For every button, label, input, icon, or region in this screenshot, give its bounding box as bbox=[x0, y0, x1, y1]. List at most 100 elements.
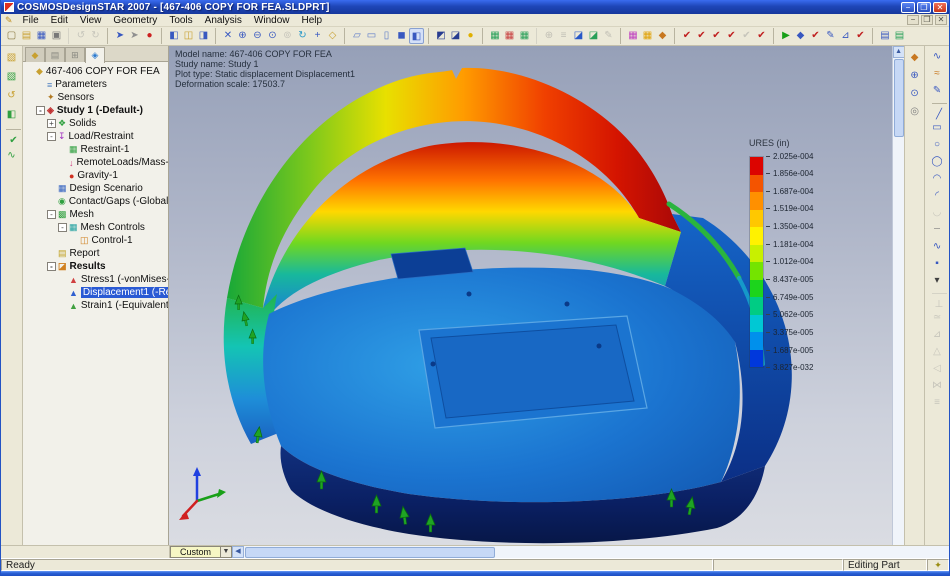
tree-item-strain1[interactable]: ▲Strain1 (-Equivalent-) bbox=[23, 299, 168, 312]
view-left-icon[interactable]: ◧ bbox=[161, 28, 181, 44]
run-study-icon[interactable]: ▶ bbox=[773, 28, 793, 44]
zoom-to-fit-icon[interactable]: ⊙ bbox=[265, 28, 280, 44]
chevron-down-icon[interactable]: ▼ bbox=[220, 547, 231, 557]
menu-item[interactable]: Tools bbox=[163, 15, 198, 26]
plot-settings-icon[interactable]: ▦ bbox=[620, 28, 640, 44]
design-check-icon[interactable]: ◆ bbox=[793, 28, 808, 44]
probe-icon[interactable]: ⊕ bbox=[536, 28, 556, 44]
tree-expander[interactable]: - bbox=[58, 223, 67, 232]
zoom-in-icon[interactable]: ⊕ bbox=[235, 28, 250, 44]
plot-tool-1-icon[interactable]: ▦ bbox=[482, 28, 502, 44]
tree-item-report[interactable]: ▤Report bbox=[23, 247, 168, 260]
record-icon[interactable]: ● bbox=[142, 28, 157, 44]
shaded-with-edges-icon[interactable]: ◧ bbox=[409, 28, 424, 44]
tree-item-gravity-1[interactable]: ●Gravity-1 bbox=[23, 169, 168, 182]
featuremanager-tab[interactable]: ◆ bbox=[25, 47, 45, 62]
angle-tool-icon[interactable]: ⊿ bbox=[838, 28, 853, 44]
part-tool-2-icon[interactable]: ▧ bbox=[4, 69, 19, 85]
redraw-icon[interactable]: ✕ bbox=[215, 28, 235, 44]
config-dropdown[interactable]: Custom ▼ bbox=[170, 546, 232, 558]
curve-tool-icon[interactable]: ∿ bbox=[4, 148, 19, 164]
pan-icon[interactable]: + bbox=[310, 28, 325, 44]
section-view-icon[interactable]: ◩ bbox=[428, 28, 448, 44]
study-tool-6-icon[interactable]: ✔ bbox=[754, 28, 769, 44]
tree-item-sensors[interactable]: ✦Sensors bbox=[23, 91, 168, 104]
study-tool-8-icon[interactable]: ✔ bbox=[853, 28, 868, 44]
select-filter-icon[interactable]: ➤ bbox=[127, 28, 142, 44]
study-tool-7-icon[interactable]: ✔ bbox=[808, 28, 823, 44]
child-close-button[interactable]: ✕ bbox=[935, 15, 947, 25]
standard-views-icon[interactable]: ◫ bbox=[181, 28, 196, 44]
fit-spline-icon[interactable]: ≈ bbox=[930, 66, 945, 82]
menu-item[interactable]: View bbox=[74, 15, 108, 26]
tangent-arc-icon[interactable]: ◜ bbox=[930, 188, 945, 204]
zoom-selection-icon[interactable]: ⊚ bbox=[280, 28, 295, 44]
centerpoint-arc-icon[interactable]: ◠ bbox=[930, 171, 945, 187]
horizontal-scrollbar[interactable]: ◀ bbox=[232, 546, 949, 558]
tree-item-load-restraint[interactable]: -↧Load/Restraint bbox=[23, 130, 168, 143]
analysismanager-tab[interactable]: ◈ bbox=[85, 47, 105, 63]
child-minimize-button[interactable]: − bbox=[907, 15, 919, 25]
annotate-icon[interactable]: ✎ bbox=[601, 28, 616, 44]
select-icon[interactable]: ➤ bbox=[107, 28, 127, 44]
list-results-icon[interactable]: ≡ bbox=[556, 28, 571, 44]
rotate-view-icon[interactable]: ↻ bbox=[295, 28, 310, 44]
lights-icon[interactable]: ● bbox=[463, 28, 478, 44]
propertymanager-tab[interactable]: ▤ bbox=[45, 47, 65, 62]
redo-icon[interactable]: ↻ bbox=[88, 28, 103, 44]
tree-item-control-1[interactable]: ◫Control-1 bbox=[23, 234, 168, 247]
convert-entities-icon[interactable]: ≡ bbox=[930, 395, 945, 411]
section-clipping-icon[interactable]: ◪ bbox=[571, 28, 586, 44]
offset-icon[interactable]: ◁ bbox=[930, 361, 945, 377]
print-icon[interactable]: ▣ bbox=[49, 28, 64, 44]
close-button[interactable]: ✕ bbox=[933, 2, 947, 13]
tree-item-parameters[interactable]: ≡Parameters bbox=[23, 78, 168, 91]
child-restore-button[interactable]: ❐ bbox=[921, 15, 933, 25]
tree-expander[interactable]: + bbox=[47, 119, 56, 128]
undo-icon[interactable]: ↺ bbox=[68, 28, 88, 44]
spline-icon[interactable]: ∿ bbox=[930, 49, 945, 65]
part-tool-1-icon[interactable]: ▧ bbox=[4, 50, 19, 66]
study-tool-2-icon[interactable]: ✔ bbox=[694, 28, 709, 44]
vertical-scrollbar[interactable]: ▲ bbox=[892, 46, 904, 545]
part-tool-3-icon[interactable]: ◧ bbox=[4, 107, 19, 123]
zoom-tool-icon[interactable]: ⊙ bbox=[907, 86, 922, 102]
edit-definition-icon[interactable]: ✎ bbox=[823, 28, 838, 44]
iso-clipping-icon[interactable]: ◪ bbox=[586, 28, 601, 44]
tree-item-solids[interactable]: +❖Solids bbox=[23, 117, 168, 130]
model-body[interactable] bbox=[224, 68, 792, 543]
shaded-icon[interactable]: ◼ bbox=[394, 28, 409, 44]
tree-item-design-scenario[interactable]: ▦Design Scenario bbox=[23, 182, 168, 195]
view-settings-icon[interactable]: ◨ bbox=[196, 28, 211, 44]
more-tools-arrow-icon[interactable]: ▾ bbox=[930, 273, 945, 289]
material-icon[interactable]: ◆ bbox=[655, 28, 670, 44]
sketch-icon[interactable]: ✎ bbox=[930, 83, 945, 99]
menu-item[interactable]: Help bbox=[296, 15, 329, 26]
scroll-up-arrow-icon[interactable]: ▲ bbox=[893, 46, 905, 58]
hidden-lines-visible-icon[interactable]: ▭ bbox=[364, 28, 379, 44]
new-document-icon[interactable]: ▢ bbox=[4, 28, 19, 44]
chart-options-icon[interactable]: ▦ bbox=[640, 28, 655, 44]
circle-icon[interactable]: ○ bbox=[930, 137, 945, 153]
tree-item-contact-gaps[interactable]: ◉Contact/Gaps (-Global: Bonded-) bbox=[23, 195, 168, 208]
minimize-button[interactable]: − bbox=[901, 2, 915, 13]
menu-item[interactable]: Window bbox=[248, 15, 296, 26]
zoom-area-icon[interactable]: ⊕ bbox=[907, 68, 922, 84]
perspective-icon[interactable]: ◪ bbox=[448, 28, 463, 44]
save-icon[interactable]: ▦ bbox=[34, 28, 49, 44]
wireframe-icon[interactable]: ▱ bbox=[344, 28, 364, 44]
report-tool-1-icon[interactable]: ▤ bbox=[872, 28, 892, 44]
shaded-model-icon[interactable]: ◆ bbox=[907, 50, 922, 66]
add-relation-icon[interactable]: ≃ bbox=[930, 310, 945, 326]
tree-item-results[interactable]: -◪Results bbox=[23, 260, 168, 273]
tree-expander[interactable]: - bbox=[47, 210, 56, 219]
menu-item[interactable]: Analysis bbox=[199, 15, 248, 26]
move-part-icon[interactable]: ↺ bbox=[4, 88, 19, 104]
dimension-icon[interactable]: ⊥ bbox=[932, 293, 947, 309]
horizontal-scroll-thumb[interactable] bbox=[245, 547, 495, 558]
graphics-viewport[interactable]: Model name: 467-406 COPY FOR FEAStudy na… bbox=[169, 46, 892, 545]
tree-item-mesh-controls[interactable]: -▦Mesh Controls bbox=[23, 221, 168, 234]
tree-expander[interactable]: - bbox=[36, 106, 45, 115]
rectangle-icon[interactable]: ▭ bbox=[930, 120, 945, 136]
point-icon[interactable]: ▪ bbox=[930, 256, 945, 272]
